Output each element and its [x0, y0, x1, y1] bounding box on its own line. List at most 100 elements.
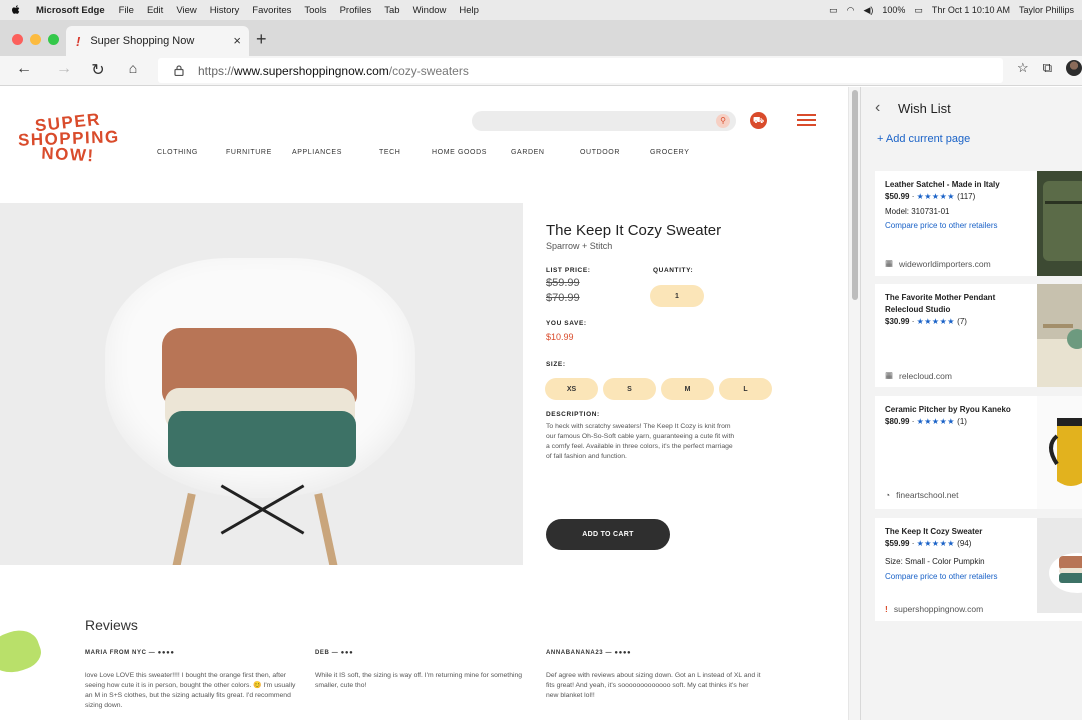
- status-area: ▭ ◠ ◀) 100% ▭ Thr Oct 1 10:10 AM Taylor …: [829, 0, 1074, 20]
- menu-edit[interactable]: Edit: [147, 5, 163, 16]
- review-text: While it IS soft, the sizing is way off.…: [315, 672, 523, 689]
- review-count: (117): [957, 192, 976, 201]
- page-scrollbar[interactable]: [848, 87, 860, 720]
- pendant-image[interactable]: [1037, 284, 1082, 387]
- quantity-label: QUANTITY:: [653, 267, 694, 274]
- item-price-rating: $80.99 · ★★★★★ (1): [885, 417, 967, 426]
- maximize-window-button[interactable]: [48, 34, 59, 45]
- url-host: www.supershoppingnow.com: [234, 63, 389, 78]
- item-name[interactable]: The Favorite Mother Pendant Relecloud St…: [885, 292, 1033, 316]
- menu-tab[interactable]: Tab: [384, 5, 399, 16]
- new-tab-button[interactable]: +: [256, 29, 267, 50]
- review-count: (1): [957, 417, 967, 426]
- list-price-label: LIST PRICE:: [546, 267, 591, 274]
- profile-avatar[interactable]: [1066, 60, 1082, 76]
- nav-grocery[interactable]: GROCERY: [650, 149, 689, 156]
- scrollbar-thumb[interactable]: [852, 90, 858, 300]
- back-arrow-icon[interactable]: ←: [14, 60, 34, 78]
- nav-tech[interactable]: TECH: [379, 149, 400, 156]
- item-price: $80.99: [885, 417, 910, 426]
- pitcher-image[interactable]: [1037, 396, 1082, 509]
- nav-appliances[interactable]: APPLIANCES: [292, 149, 342, 156]
- refresh-icon[interactable]: ↻: [88, 60, 108, 80]
- item-source[interactable]: ! supershoppingnow.com: [885, 604, 983, 614]
- item-price-rating: $50.99 · ★★★★★ (117): [885, 192, 976, 201]
- wifi-icon[interactable]: ◠: [847, 5, 855, 16]
- menu-favorites[interactable]: Favorites: [252, 5, 291, 16]
- menu-window[interactable]: Window: [413, 5, 447, 16]
- menu-view[interactable]: View: [176, 5, 196, 16]
- review-count: (94): [957, 539, 972, 548]
- satchel-image[interactable]: [1037, 171, 1082, 276]
- review-rating: — ●●●●: [605, 650, 632, 656]
- item-price: $59.99: [885, 539, 910, 548]
- size-option-s[interactable]: S: [603, 378, 656, 400]
- item-source[interactable]: ▦ wideworldimporters.com: [885, 258, 991, 269]
- menu-history[interactable]: History: [210, 5, 240, 16]
- item-source[interactable]: ▦ relecloud.com: [885, 370, 952, 381]
- product-description: To heck with scratchy sweaters! The Keep…: [546, 423, 735, 460]
- menu-help[interactable]: Help: [459, 5, 479, 16]
- product-brand[interactable]: Sparrow + Stitch: [546, 241, 612, 251]
- item-model: Model: 310731-01: [885, 207, 950, 216]
- sweater-thumbnail-image[interactable]: [1037, 518, 1082, 613]
- hamburger-menu-icon[interactable]: [797, 114, 816, 126]
- tab-super-shopping-now[interactable]: ! Super Shopping Now ×: [66, 26, 249, 56]
- forward-arrow-icon[interactable]: →: [54, 60, 74, 78]
- screen-mirror-icon[interactable]: ▭: [829, 5, 838, 16]
- web-page: SUPER SHOPPING NOW! ⚲ ⛟ CLOTHING FURNITU…: [0, 87, 848, 720]
- address-bar[interactable]: https://www.supershoppingnow.com/cozy-sw…: [158, 58, 1003, 83]
- wish-list-title: Wish List: [898, 101, 951, 116]
- cart-icon[interactable]: ⛟: [750, 112, 767, 129]
- close-tab-icon[interactable]: ×: [233, 33, 241, 48]
- size-option-xs[interactable]: XS: [545, 378, 598, 400]
- nav-garden[interactable]: GARDEN: [511, 149, 545, 156]
- add-current-page-button[interactable]: + Add current page: [877, 133, 970, 145]
- collections-icon[interactable]: ⧉: [1043, 60, 1052, 76]
- close-window-button[interactable]: [12, 34, 23, 45]
- user-name[interactable]: Taylor Phillips: [1019, 5, 1074, 15]
- search-icon[interactable]: ⚲: [716, 114, 730, 128]
- nav-clothing[interactable]: CLOTHING: [157, 149, 198, 156]
- wish-list-item[interactable]: Ceramic Pitcher by Ryou Kaneko $80.99 · …: [875, 396, 1082, 509]
- nav-furniture[interactable]: FURNITURE: [226, 149, 272, 156]
- item-name[interactable]: The Keep It Cozy Sweater: [885, 526, 1033, 538]
- nav-outdoor[interactable]: OUTDOOR: [580, 149, 620, 156]
- tab-title: Super Shopping Now: [90, 35, 195, 47]
- item-name[interactable]: Ceramic Pitcher by Ryou Kaneko: [885, 404, 1033, 416]
- menu-profiles[interactable]: Profiles: [340, 5, 372, 16]
- minimize-window-button[interactable]: [30, 34, 41, 45]
- nav-home-goods[interactable]: HOME GOODS: [432, 149, 487, 156]
- clock[interactable]: Thr Oct 1 10:10 AM: [932, 5, 1010, 15]
- apple-icon[interactable]: [10, 4, 22, 16]
- review-text: Def agree with reviews about sizing down…: [546, 672, 761, 699]
- item-source[interactable]: ◔ fineartschool.net: [885, 490, 959, 500]
- size-option-m[interactable]: M: [661, 378, 714, 400]
- item-price-rating: $30.99 · ★★★★★ (7): [885, 317, 967, 326]
- volume-icon[interactable]: ◀): [863, 5, 873, 16]
- wish-list-item[interactable]: The Keep It Cozy Sweater $59.99 · ★★★★★ …: [875, 518, 1082, 621]
- item-name[interactable]: Leather Satchel - Made in Italy: [885, 179, 1033, 191]
- wish-list-item[interactable]: The Favorite Mother Pendant Relecloud St…: [875, 284, 1082, 387]
- back-chevron-icon[interactable]: ‹: [875, 99, 880, 117]
- quantity-stepper[interactable]: 1: [650, 285, 704, 307]
- size-label: SIZE:: [546, 361, 566, 368]
- category-nav: CLOTHING FURNITURE APPLIANCES TECH HOME …: [0, 149, 848, 161]
- lock-icon: [174, 65, 184, 76]
- add-to-cart-button[interactable]: ADD TO CART: [546, 519, 670, 550]
- review-author: MARIA FROM NYC: [85, 650, 147, 656]
- wish-list-item[interactable]: Leather Satchel - Made in Italy $50.99 ·…: [875, 171, 1082, 276]
- compare-price-link[interactable]: Compare price to other retailers: [885, 221, 998, 230]
- product-image[interactable]: [0, 203, 523, 565]
- favorites-star-icon[interactable]: ☆: [1017, 60, 1029, 76]
- menu-file[interactable]: File: [119, 5, 134, 16]
- battery-icon[interactable]: ▭: [914, 5, 923, 16]
- site-search-input[interactable]: ⚲: [472, 111, 736, 131]
- battery-percent[interactable]: 100%: [882, 5, 905, 15]
- size-option-l[interactable]: L: [719, 378, 772, 400]
- source-favicon-icon: ◔: [885, 490, 891, 500]
- app-name[interactable]: Microsoft Edge: [36, 5, 105, 16]
- menu-tools[interactable]: Tools: [304, 5, 326, 16]
- home-icon[interactable]: ⌂: [123, 60, 143, 76]
- compare-price-link[interactable]: Compare price to other retailers: [885, 572, 998, 581]
